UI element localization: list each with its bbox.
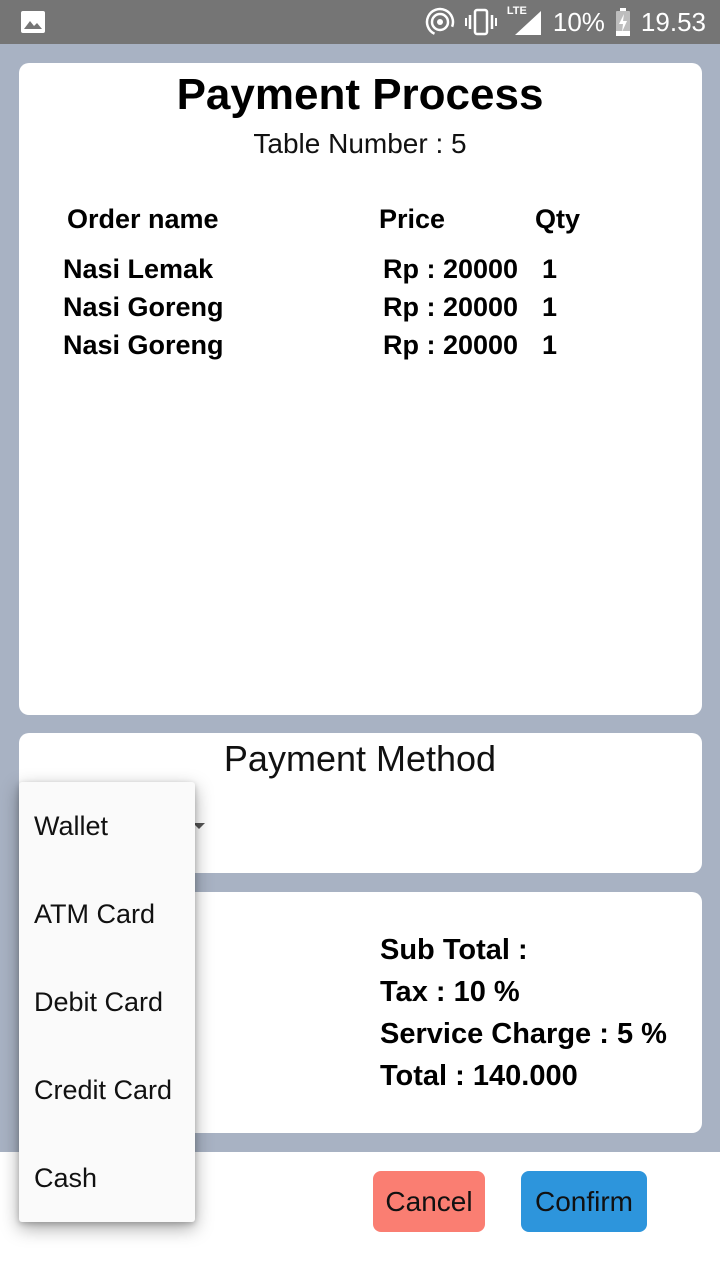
cancel-button[interactable]: Cancel: [373, 1171, 485, 1232]
table-number: Table Number : 5: [253, 128, 467, 159]
signal-icon: LTE: [506, 5, 543, 37]
order-item-qty: 1: [542, 330, 558, 360]
dropdown-option-credit-card[interactable]: Credit Card: [19, 1046, 195, 1134]
battery-charging-icon: [615, 8, 630, 36]
payment-method-title: Payment Method: [223, 738, 497, 779]
service-charge-label: Service Charge : 5 %: [380, 1018, 667, 1050]
order-item-price: Rp : 20000: [383, 330, 519, 360]
status-icons: LTE 10% 19.53: [425, 0, 706, 44]
order-row: Nasi Goreng Rp : 20000 1: [0, 330, 720, 368]
order-item-qty: 1: [542, 292, 558, 322]
dropdown-option-atm-card[interactable]: ATM Card: [19, 870, 195, 958]
order-item-name: Nasi Goreng: [63, 330, 224, 360]
battery-percent: 10%: [552, 6, 605, 37]
order-item-price: Rp : 20000: [383, 292, 519, 322]
order-card: [19, 63, 702, 715]
clock: 19.53: [640, 6, 706, 37]
order-item-price: Rp : 20000: [383, 254, 519, 284]
dropdown-option-wallet[interactable]: Wallet: [19, 782, 195, 870]
confirm-button[interactable]: Confirm: [521, 1171, 647, 1232]
network-type: LTE: [506, 5, 527, 17]
order-item-name: Nasi Goreng: [63, 292, 224, 322]
status-bar: LTE 10% 19.53: [0, 0, 720, 44]
column-header-price: Price: [379, 204, 446, 234]
total-label: Total : 140.000: [380, 1060, 578, 1092]
order-item-name: Nasi Lemak: [63, 254, 214, 284]
order-item-qty: 1: [542, 254, 558, 284]
vibrate-icon: [464, 8, 497, 36]
payment-method-dropdown: Wallet ATM Card Debit Card Credit Card C…: [19, 782, 195, 1222]
column-header-order-name: Order name: [67, 204, 219, 234]
dropdown-option-debit-card[interactable]: Debit Card: [19, 958, 195, 1046]
hotspot-icon: [425, 7, 455, 37]
column-header-qty: Qty: [535, 204, 581, 234]
sub-total-label: Sub Total :: [380, 934, 528, 966]
tax-label: Tax : 10 %: [380, 976, 520, 1008]
order-row: Nasi Lemak Rp : 20000 1: [0, 254, 720, 292]
page-title: Payment Process: [176, 70, 544, 119]
image-icon: [21, 11, 45, 33]
dropdown-option-cash[interactable]: Cash: [19, 1134, 195, 1222]
order-row: Nasi Goreng Rp : 20000 1: [0, 292, 720, 330]
